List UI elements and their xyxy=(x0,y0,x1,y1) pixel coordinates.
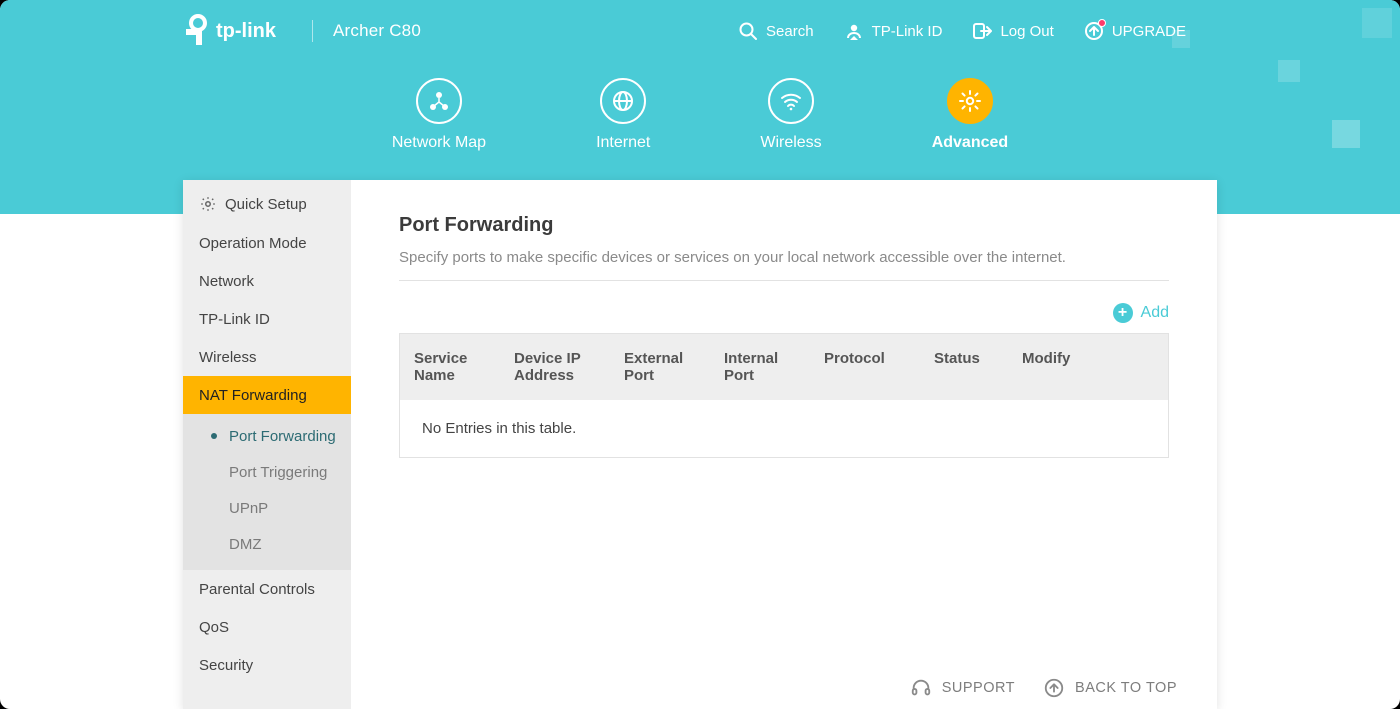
sidebar-label: QoS xyxy=(199,619,229,636)
col-service-name: Service Name xyxy=(400,334,500,400)
logout-icon xyxy=(972,21,992,41)
cloud-user-icon xyxy=(844,21,864,41)
sidebar-item-tplink-id[interactable]: TP-Link ID xyxy=(183,300,351,338)
sidebar-sub-label: DMZ xyxy=(229,536,262,553)
nav-network-map[interactable]: Network Map xyxy=(392,78,486,178)
page-title: Port Forwarding xyxy=(399,214,1169,237)
network-map-icon xyxy=(428,90,450,112)
sidebar-item-network[interactable]: Network xyxy=(183,262,351,300)
nav-label: Network Map xyxy=(392,134,486,152)
sidebar-item-parental-controls[interactable]: Parental Controls xyxy=(183,570,351,608)
content-footer: SUPPORT BACK TO TOP xyxy=(910,677,1177,699)
col-internal-port: Internal Port xyxy=(710,334,810,400)
main-panel: Quick Setup Operation Mode Network TP-Li… xyxy=(183,180,1217,709)
sidebar-sub-label: UPnP xyxy=(229,500,268,517)
col-protocol: Protocol xyxy=(810,334,920,400)
sidebar-item-quick-setup[interactable]: Quick Setup xyxy=(183,180,351,224)
logout-label: Log Out xyxy=(1000,23,1053,40)
nav-label: Wireless xyxy=(760,134,821,152)
sidebar-label: Operation Mode xyxy=(199,235,307,252)
brand-divider xyxy=(312,20,313,42)
table-header-row: Service Name Device IP Address External … xyxy=(400,334,1168,400)
main-nav: Network Map Internet Wireless Advanced xyxy=(0,78,1400,178)
nav-internet[interactable]: Internet xyxy=(596,78,650,178)
sidebar-sub-dmz[interactable]: DMZ xyxy=(183,526,351,562)
add-button[interactable]: + Add xyxy=(1113,303,1169,323)
upgrade-label: UPGRADE xyxy=(1112,23,1186,40)
page-description: Specify ports to make specific devices o… xyxy=(399,249,1169,280)
gear-icon xyxy=(958,89,982,113)
back-to-top-button[interactable]: BACK TO TOP xyxy=(1043,677,1177,699)
sidebar-sub-upnp[interactable]: UPnP xyxy=(183,490,351,526)
sidebar-sub-port-forwarding[interactable]: Port Forwarding xyxy=(183,418,351,454)
active-dot-icon xyxy=(211,433,217,439)
sidebar-label: Parental Controls xyxy=(199,581,315,598)
sidebar-item-security[interactable]: Security xyxy=(183,646,351,684)
col-status: Status xyxy=(920,334,1008,400)
nav-advanced[interactable]: Advanced xyxy=(932,78,1008,178)
sidebar-item-qos[interactable]: QoS xyxy=(183,608,351,646)
support-label: SUPPORT xyxy=(942,680,1015,696)
tplink-logo: tp-link xyxy=(186,13,286,49)
sidebar-label: TP-Link ID xyxy=(199,311,270,328)
headset-icon xyxy=(910,677,932,699)
upgrade-button[interactable]: UPGRADE xyxy=(1084,21,1186,41)
plus-icon: + xyxy=(1113,303,1133,323)
tplink-id-label: TP-Link ID xyxy=(872,23,943,40)
back-to-top-label: BACK TO TOP xyxy=(1075,680,1177,696)
nav-wireless[interactable]: Wireless xyxy=(760,78,821,178)
port-forwarding-table: Service Name Device IP Address External … xyxy=(399,333,1169,458)
toolbar: Search TP-Link ID Log Out UPGRADE xyxy=(738,21,1372,41)
divider xyxy=(399,280,1169,281)
globe-icon xyxy=(611,89,635,113)
sidebar-label: Security xyxy=(199,657,253,674)
tplink-id-button[interactable]: TP-Link ID xyxy=(844,21,943,41)
col-device-ip: Device IP Address xyxy=(500,334,610,400)
sidebar-sub-label: Port Forwarding xyxy=(229,428,336,445)
search-button[interactable]: Search xyxy=(738,21,814,41)
content-area: Port Forwarding Specify ports to make sp… xyxy=(351,180,1217,709)
wifi-icon xyxy=(779,89,803,113)
model-name: Archer C80 xyxy=(333,21,421,41)
sidebar-item-wireless[interactable]: Wireless xyxy=(183,338,351,376)
sidebar-item-nat-forwarding[interactable]: NAT Forwarding xyxy=(183,376,351,414)
sidebar-subgroup-nat: Port Forwarding Port Triggering UPnP DMZ xyxy=(183,414,351,570)
add-label: Add xyxy=(1141,304,1169,322)
arrow-up-circle-icon xyxy=(1043,677,1065,699)
sidebar-label: Quick Setup xyxy=(225,196,307,213)
sidebar-label: NAT Forwarding xyxy=(199,387,307,404)
gear-outline-icon xyxy=(199,195,217,213)
brand-text: tp-link xyxy=(216,20,277,42)
sidebar-sub-port-triggering[interactable]: Port Triggering xyxy=(183,454,351,490)
sidebar-sub-label: Port Triggering xyxy=(229,464,327,481)
table-empty-text: No Entries in this table. xyxy=(400,400,1168,457)
logout-button[interactable]: Log Out xyxy=(972,21,1053,41)
upgrade-notification-dot xyxy=(1098,19,1106,27)
col-external-port: External Port xyxy=(610,334,710,400)
top-bar: tp-link Archer C80 Search TP-Link ID Log… xyxy=(0,0,1400,62)
sidebar-item-operation-mode[interactable]: Operation Mode xyxy=(183,224,351,262)
nav-label: Advanced xyxy=(932,134,1008,152)
support-button[interactable]: SUPPORT xyxy=(910,677,1015,699)
search-icon xyxy=(738,21,758,41)
sidebar-label: Network xyxy=(199,273,254,290)
sidebar: Quick Setup Operation Mode Network TP-Li… xyxy=(183,180,351,709)
nav-label: Internet xyxy=(596,134,650,152)
col-modify: Modify xyxy=(1008,334,1168,400)
brand: tp-link Archer C80 xyxy=(0,13,421,49)
search-label: Search xyxy=(766,23,814,40)
sidebar-label: Wireless xyxy=(199,349,257,366)
